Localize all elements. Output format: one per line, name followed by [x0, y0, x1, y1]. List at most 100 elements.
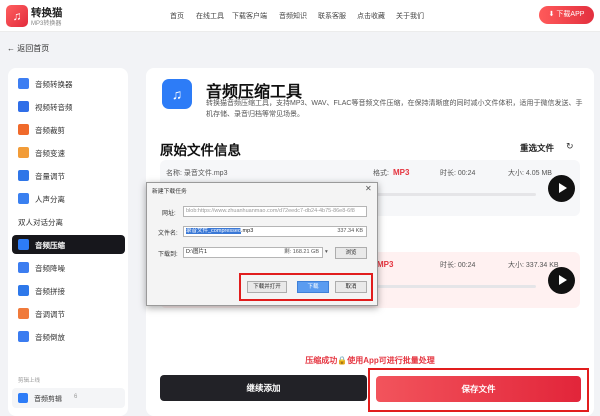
original-file-format: 格式: MP3: [373, 168, 409, 178]
sidebar-item-audio-merge[interactable]: 音频拼接: [12, 281, 125, 300]
sidebar-item-pitch-adjust[interactable]: 音调调节: [12, 304, 125, 323]
pitch-adjust-icon: [18, 308, 29, 319]
format-label: 格式:: [373, 170, 389, 177]
audio-converter-icon: [18, 78, 29, 89]
free-space: 剩: 168.21 GB: [282, 248, 319, 257]
sidebar-item-label: 音频裁剪: [35, 126, 65, 135]
url-label: 网址:: [162, 211, 176, 217]
app-subtitle: MP3转换器: [31, 21, 62, 27]
sidebar-item-label: 音量调节: [35, 172, 65, 181]
nav-about-us[interactable]: 关于我们: [396, 11, 424, 21]
sidebar-item-label: 音频转换器: [35, 80, 73, 89]
sidebar-item-label: 音频拼接: [35, 287, 65, 296]
sidebar-item-label: 音频降噪: [35, 264, 65, 273]
noise-reduction-icon: [18, 262, 29, 273]
back-home-label: 返回首页: [17, 44, 50, 53]
sidebar-item-label: 音频倒放: [35, 333, 65, 342]
nav-audio-knowledge[interactable]: 音频知识: [279, 11, 307, 21]
nav-add-favorite[interactable]: 点击收藏: [357, 11, 385, 21]
audio-merge-icon: [18, 285, 29, 296]
size-label: 大小:: [508, 262, 524, 269]
nav-contact-support[interactable]: 联系客服: [318, 11, 346, 21]
original-file-duration: 时长: 00:24: [440, 168, 475, 178]
sidebar-item-vocal-separation[interactable]: 人声分离: [12, 189, 125, 208]
sidebar-item-audio-speed[interactable]: 音频变速: [12, 143, 125, 162]
audio-compress-icon: [18, 239, 29, 250]
audio-edit-icon: [18, 393, 28, 403]
sidebar-item-dialogue-separation[interactable]: 双人对话分离: [12, 212, 125, 231]
format-value: MP3: [377, 260, 394, 269]
video-to-audio-icon: [18, 101, 29, 112]
sidebar-item-label: 音频压缩: [35, 241, 65, 250]
duration-label: 时长:: [440, 262, 456, 269]
path-label: 下载到:: [158, 252, 178, 258]
url-field[interactable]: blob:https://www.zhuanhuanmao.com/d72eed…: [183, 206, 367, 217]
sidebar-section-label: 剪辑上线: [18, 378, 41, 384]
output-file-size: 大小: 337.34 KB: [508, 260, 559, 270]
filename-selected: 录音文件_compressed: [186, 228, 242, 234]
sidebar-item-audio-converter[interactable]: 音频转换器: [12, 74, 125, 93]
download-app-label: 下载APP: [556, 11, 585, 18]
tool-description: 转换猫音频压缩工具，支持MP3、WAV、FLAC等音频文件压缩，在保持清晰度的同…: [206, 100, 583, 118]
audio-speed-icon: [18, 147, 29, 158]
sidebar-badge: 6: [74, 394, 78, 400]
original-file-name: 名称: 录音文件.mp3: [166, 168, 227, 178]
audio-compress-tool-icon: ♫: [162, 79, 192, 109]
filename-field[interactable]: 录音文件_compressed.mp3 337.34 KB: [183, 226, 367, 237]
download-button[interactable]: 下载: [297, 281, 329, 293]
sidebar-item-video-to-audio[interactable]: 视频转音频: [12, 97, 125, 116]
new-download-dialog: 新建下载任务 ✕ 网址: blob:https://www.zhuanhuanm…: [146, 182, 378, 306]
size-value: 4.05 MB: [525, 170, 552, 177]
duration-value: 00:24: [457, 170, 476, 177]
sidebar-item-audio-trim[interactable]: 音频裁剪: [12, 120, 125, 139]
nav-online-tools[interactable]: 在线工具: [196, 11, 224, 21]
app-logo-icon[interactable]: ♫: [6, 5, 28, 27]
size-label: 大小:: [508, 170, 524, 177]
filename-size: 337.34 KB: [335, 227, 363, 236]
filename-label: 文件名:: [158, 231, 178, 237]
dialog-buttons-highlight: 下载并打开 下载 取消: [239, 273, 373, 301]
nav-download-client[interactable]: 下载客户端: [232, 11, 267, 21]
sidebar-item-volume-adjust[interactable]: 音量调节: [12, 166, 125, 185]
download-icon: ⬇: [548, 11, 555, 18]
sidebar-item-label: 双人对话分离: [18, 218, 63, 227]
reselect-file-button[interactable]: 重选文件: [520, 142, 554, 154]
refresh-icon[interactable]: ↻: [566, 141, 574, 152]
path-field[interactable]: D:\图片1 剩: 168.21 GB: [183, 247, 323, 258]
close-icon[interactable]: ✕: [365, 184, 372, 193]
save-file-button[interactable]: 保存文件: [376, 376, 581, 402]
sidebar-item-audio-edit[interactable]: 音频剪辑 6: [12, 388, 125, 408]
back-home-link[interactable]: ← 返回首页: [7, 43, 49, 54]
url-value: blob:https://www.zhuanhuanmao.com/d72eed…: [186, 208, 355, 214]
duration-label: 时长:: [440, 170, 456, 177]
continue-add-button[interactable]: 继续添加: [160, 375, 367, 401]
sidebar-item-label: 音频变速: [35, 149, 65, 158]
name-value: 录音文件.mp3: [183, 170, 228, 177]
cancel-button[interactable]: 取消: [335, 281, 367, 293]
audio-reverse-icon: [18, 331, 29, 342]
chevron-down-icon[interactable]: ▾: [325, 249, 328, 255]
audio-trim-icon: [18, 124, 29, 135]
browse-button[interactable]: 浏览: [335, 247, 367, 259]
tool-sidebar: 音频转换器 视频转音频 音频裁剪 音频变速 音量调节 人声分离 双人对话分离 音…: [8, 68, 128, 416]
back-arrow-icon: ←: [7, 44, 15, 53]
original-info-title: 原始文件信息: [160, 143, 241, 158]
sidebar-item-noise-reduction[interactable]: 音频降噪: [12, 258, 125, 277]
nav-home[interactable]: 首页: [170, 11, 184, 21]
sidebar-item-label: 音调调节: [35, 310, 65, 319]
original-play-button[interactable]: [548, 175, 575, 202]
path-value: D:\图片1: [186, 249, 208, 255]
save-button-highlight: 保存文件: [368, 368, 589, 412]
vocal-separation-icon: [18, 193, 29, 204]
format-value: MP3: [392, 168, 410, 177]
top-navbar: ♫ 转换猫 MP3转换器 首页 在线工具 下载客户端 音频知识 联系客服 点击收…: [0, 0, 600, 32]
output-play-button[interactable]: [548, 267, 575, 294]
output-file-duration: 时长: 00:24: [440, 260, 475, 270]
sidebar-item-audio-compress[interactable]: 音频压缩: [12, 235, 125, 254]
sidebar-item-audio-reverse[interactable]: 音频倒放: [12, 327, 125, 346]
success-message: 压缩成功🔒使用App可进行批量处理: [305, 356, 435, 365]
name-label: 名称:: [166, 170, 182, 177]
download-app-button[interactable]: ⬇ 下载APP: [539, 6, 594, 24]
download-and-open-button[interactable]: 下载并打开: [247, 281, 287, 293]
dialog-title: 新建下载任务: [152, 189, 187, 195]
